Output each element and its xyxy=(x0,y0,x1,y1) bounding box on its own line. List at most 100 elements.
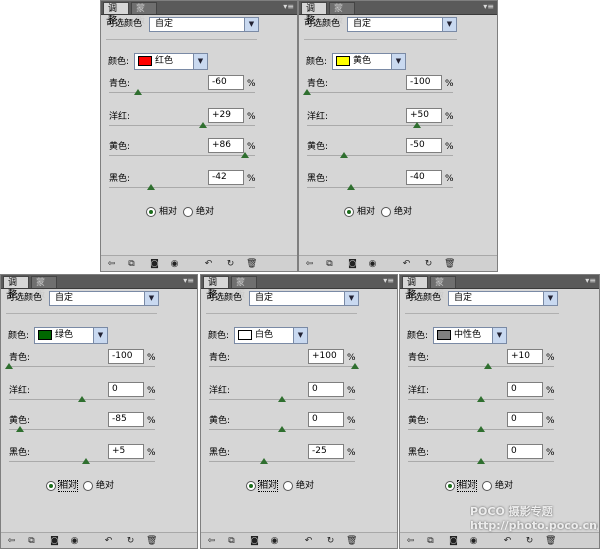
visibility-icon[interactable]: ◙ xyxy=(149,259,160,269)
slider-thumb[interactable] xyxy=(412,122,421,128)
radio-relative[interactable]: 相对 xyxy=(445,479,478,493)
slider-value-input[interactable]: 0 xyxy=(507,412,543,427)
slider-thumb[interactable] xyxy=(240,152,249,158)
eye-icon[interactable]: ◉ xyxy=(69,536,80,546)
slider-track[interactable] xyxy=(307,187,453,188)
slider-track[interactable] xyxy=(109,187,255,188)
slider-thumb[interactable] xyxy=(81,458,90,464)
tab-mask[interactable]: 蒙版 xyxy=(231,276,257,300)
slider-track[interactable] xyxy=(209,366,355,367)
slider-value-input[interactable]: -85 xyxy=(108,412,144,427)
slider-track[interactable] xyxy=(209,461,355,462)
slider-track[interactable] xyxy=(307,155,453,156)
preset-dropdown[interactable]: 自定 ▼ xyxy=(448,291,558,306)
slider-thumb[interactable] xyxy=(5,363,13,369)
slider-value-input[interactable]: 0 xyxy=(308,412,344,427)
tab-adjust[interactable]: 调整 xyxy=(203,276,229,300)
slider-thumb[interactable] xyxy=(339,152,348,158)
slider-track[interactable] xyxy=(408,366,554,367)
radio-relative[interactable]: 相对 xyxy=(246,479,279,493)
fit-screen-icon[interactable]: ⧉ xyxy=(226,536,237,546)
panel-menu-icon[interactable]: ▾≡ xyxy=(585,276,596,286)
eye-icon[interactable]: ◉ xyxy=(269,536,280,546)
tab-adjust[interactable]: 调整 xyxy=(402,276,428,300)
panel-menu-icon[interactable]: ▾≡ xyxy=(283,2,294,12)
slider-value-input[interactable]: +86 xyxy=(208,138,244,153)
slider-value-input[interactable]: +5 xyxy=(108,444,144,459)
slider-thumb[interactable] xyxy=(78,396,86,402)
slider-track[interactable] xyxy=(307,92,453,93)
slider-track[interactable] xyxy=(9,429,155,430)
slider-track[interactable] xyxy=(307,125,453,126)
radio-absolute[interactable]: 绝对 xyxy=(83,479,114,493)
slider-value-input[interactable]: -100 xyxy=(108,349,144,364)
slider-value-input[interactable]: -42 xyxy=(208,170,244,185)
slider-value-input[interactable]: -40 xyxy=(406,170,442,185)
visibility-icon[interactable]: ◙ xyxy=(448,536,459,546)
fit-screen-icon[interactable]: ⧉ xyxy=(425,536,436,546)
slider-value-input[interactable]: -50 xyxy=(406,138,442,153)
panel-menu-icon[interactable]: ▾≡ xyxy=(383,276,394,286)
reset-icon[interactable]: ↻ xyxy=(125,536,136,546)
radio-relative[interactable]: 相对 xyxy=(344,205,375,219)
color-dropdown[interactable]: 红色 ▼ xyxy=(134,53,208,70)
tab-adjust[interactable]: 调整 xyxy=(301,2,327,26)
slider-thumb[interactable] xyxy=(477,396,485,402)
reset-icon[interactable]: ↻ xyxy=(325,536,336,546)
visibility-icon[interactable]: ◙ xyxy=(49,536,60,546)
panel-menu-icon[interactable]: ▾≡ xyxy=(183,276,194,286)
radio-relative[interactable]: 相对 xyxy=(146,205,177,219)
back-arrow-icon[interactable]: ⇦ xyxy=(206,536,217,546)
slider-thumb[interactable] xyxy=(147,184,156,190)
color-dropdown[interactable]: 中性色 ▼ xyxy=(433,327,507,344)
panel-menu-icon[interactable]: ▾≡ xyxy=(483,2,494,12)
eye-icon[interactable]: ◉ xyxy=(169,259,180,269)
tab-mask[interactable]: 蒙版 xyxy=(430,276,456,300)
trash-icon[interactable]: 🗑 xyxy=(246,259,257,269)
slider-thumb[interactable] xyxy=(346,184,355,190)
back-arrow-icon[interactable]: ⇦ xyxy=(304,259,315,269)
tab-mask[interactable]: 蒙版 xyxy=(31,276,57,300)
slider-thumb[interactable] xyxy=(199,122,208,128)
fit-screen-icon[interactable]: ⧉ xyxy=(26,536,37,546)
slider-thumb[interactable] xyxy=(477,426,485,432)
tab-mask[interactable]: 蒙版 xyxy=(329,2,355,26)
tab-adjust[interactable]: 调整 xyxy=(103,2,129,26)
slider-track[interactable] xyxy=(109,155,255,156)
slider-value-input[interactable]: 0 xyxy=(507,444,543,459)
back-arrow-icon[interactable]: ⇦ xyxy=(405,536,416,546)
slider-value-input[interactable]: -25 xyxy=(308,444,344,459)
preset-dropdown[interactable]: 自定 ▼ xyxy=(49,291,159,306)
preset-dropdown[interactable]: 自定 ▼ xyxy=(149,17,259,32)
slider-value-input[interactable]: +29 xyxy=(208,108,244,123)
back-arrow-icon[interactable]: ⇦ xyxy=(6,536,17,546)
radio-relative[interactable]: 相对 xyxy=(46,479,79,493)
slider-value-input[interactable]: +50 xyxy=(406,108,442,123)
radio-absolute[interactable]: 绝对 xyxy=(183,205,214,219)
color-dropdown[interactable]: 黄色 ▼ xyxy=(332,53,406,70)
reset-icon[interactable]: ↻ xyxy=(225,259,236,269)
preset-dropdown[interactable]: 自定 ▼ xyxy=(347,17,457,32)
fit-screen-icon[interactable]: ⧉ xyxy=(126,259,137,269)
slider-value-input[interactable]: -100 xyxy=(406,75,442,90)
radio-absolute[interactable]: 绝对 xyxy=(381,205,412,219)
reset-previous-icon[interactable]: ↶ xyxy=(303,536,314,546)
slider-value-input[interactable]: -60 xyxy=(208,75,244,90)
slider-thumb[interactable] xyxy=(15,426,24,432)
radio-absolute[interactable]: 绝对 xyxy=(482,479,513,493)
reset-icon[interactable]: ↻ xyxy=(423,259,434,269)
preset-dropdown[interactable]: 自定 ▼ xyxy=(249,291,359,306)
visibility-icon[interactable]: ◙ xyxy=(249,536,260,546)
reset-previous-icon[interactable]: ↶ xyxy=(401,259,412,269)
reset-previous-icon[interactable]: ↶ xyxy=(103,536,114,546)
slider-track[interactable] xyxy=(109,92,255,93)
slider-value-input[interactable]: 0 xyxy=(507,382,543,397)
slider-thumb[interactable] xyxy=(303,89,311,95)
slider-thumb[interactable] xyxy=(278,396,286,402)
radio-absolute[interactable]: 绝对 xyxy=(283,479,314,493)
slider-thumb[interactable] xyxy=(351,363,359,369)
tab-adjust[interactable]: 调整 xyxy=(3,276,29,300)
trash-icon[interactable]: 🗑 xyxy=(346,536,357,546)
slider-value-input[interactable]: 0 xyxy=(308,382,344,397)
slider-value-input[interactable]: +100 xyxy=(308,349,344,364)
